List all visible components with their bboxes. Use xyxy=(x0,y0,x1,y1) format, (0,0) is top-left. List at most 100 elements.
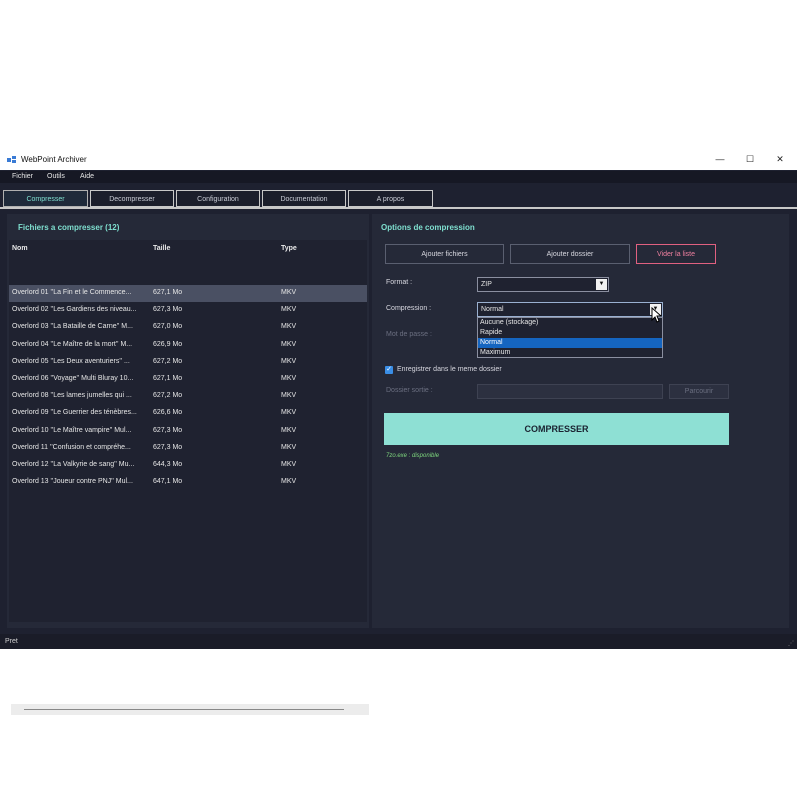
title-bar: WebPoint Archiver — ☐ ✕ xyxy=(0,150,797,170)
status-bar: Pret ⋰ xyxy=(0,634,797,649)
window-title: WebPoint Archiver xyxy=(21,155,87,164)
minimize-button[interactable]: — xyxy=(713,154,727,164)
cell-size: 627,1 Mo xyxy=(153,289,183,296)
cell-size: 627,1 Mo xyxy=(153,375,183,382)
output-folder-label: Dossier sortie : xyxy=(386,387,433,394)
cell-name: Overlord 08 ''Les lames jumelles qui ... xyxy=(12,392,132,400)
table-row[interactable]: Overlord 08 ''Les lames jumelles qui ...… xyxy=(9,388,367,405)
add-folder-button[interactable]: Ajouter dossier xyxy=(510,244,630,264)
browse-button[interactable]: Parcourir xyxy=(669,384,729,399)
tab-configuration[interactable]: Configuration xyxy=(176,190,260,207)
format-label: Format : xyxy=(386,279,413,286)
table-row[interactable]: Overlord 11 ''Confusion et compréhe... 62… xyxy=(9,440,367,457)
cell-size: 627,3 Mo xyxy=(153,426,183,434)
cell-type: MKV xyxy=(281,357,297,365)
horizontal-scrollbar[interactable] xyxy=(11,704,369,715)
app-icon xyxy=(7,156,16,163)
cell-name: Overlord 03 ''La Bataille de Carne'' M..… xyxy=(12,323,133,331)
7z-status-text: 7zo.exe : disponible xyxy=(386,453,440,459)
cell-name: Overlord 13 ''Joueur contre PNJ'' Mul... xyxy=(12,478,133,486)
menu-aide[interactable]: Aide xyxy=(80,173,94,180)
cell-size: 626,9 Mo xyxy=(153,340,183,348)
save-same-folder-checkbox[interactable]: ✓ xyxy=(385,366,393,374)
tab-divider xyxy=(0,207,797,209)
menu-outils[interactable]: Outils xyxy=(47,173,65,180)
add-files-button[interactable]: Ajouter fichiers xyxy=(385,244,504,264)
cell-size: 647,1 Mo xyxy=(153,478,183,486)
cell-type: MKV xyxy=(281,323,297,331)
options-panel-title: Options de compression xyxy=(381,223,475,232)
table-row[interactable]: Overlord 09 ''Le Guerrier des ténèbres..… xyxy=(9,405,367,422)
cell-name: Overlord 10 ''Le Maître vampire'' Mul... xyxy=(12,426,132,434)
table-row[interactable]: Overlord 13 ''Joueur contre PNJ'' Mul...… xyxy=(9,474,367,491)
chevron-down-icon[interactable]: ▼ xyxy=(596,279,607,290)
mouse-cursor-icon xyxy=(651,307,663,323)
status-text: Pret xyxy=(5,638,18,645)
column-header-type[interactable]: Type xyxy=(281,245,297,252)
cell-type: MKV xyxy=(281,443,297,451)
table-row[interactable]: Overlord 12 ''La Valkyrie de sang'' Mu..… xyxy=(9,457,367,474)
table-row[interactable]: Overlord 05 ''Les Deux aventuriers'' ...… xyxy=(9,354,367,371)
column-header-size[interactable]: Taille xyxy=(153,245,170,252)
options-panel: Options de compression Ajouter fichiers … xyxy=(372,214,789,628)
menu-fichier[interactable]: Fichier xyxy=(12,173,33,180)
cell-size: 627,3 Mo xyxy=(153,443,183,451)
column-header-name[interactable]: Nom xyxy=(12,245,28,252)
table-row[interactable]: Overlord 10 ''Le Maître vampire'' Mul...… xyxy=(9,423,367,440)
save-same-folder-label: Enregistrer dans le meme dossier xyxy=(397,366,502,373)
compress-button[interactable]: COMPRESSER xyxy=(384,413,729,445)
compression-option-selected[interactable]: Normal xyxy=(478,338,662,348)
tab-documentation[interactable]: Documentation xyxy=(262,190,346,207)
cell-size: 626,6 Mo xyxy=(153,409,183,417)
app-window: WebPoint Archiver — ☐ ✕ Fichier Outils A… xyxy=(0,150,797,715)
format-select-value: ZIP xyxy=(481,281,492,288)
compression-option[interactable]: Rapide xyxy=(478,328,662,338)
cell-type: MKV xyxy=(281,306,297,314)
cell-size: 644,3 Mo xyxy=(153,461,183,468)
cell-name: Overlord 02 ''Les Gardiens des niveau... xyxy=(12,306,137,314)
table-row[interactable]: Overlord 02 ''Les Gardiens des niveau...… xyxy=(9,302,367,319)
cell-size: 627,0 Mo xyxy=(153,323,183,331)
cell-type: MKV xyxy=(281,478,297,486)
cell-name: Overlord 12 ''La Valkyrie de sang'' Mu..… xyxy=(12,461,135,468)
cell-type: MKV xyxy=(281,375,297,382)
tab-compresser[interactable]: Compresser xyxy=(3,190,88,207)
cell-type: MKV xyxy=(281,426,297,434)
close-button[interactable]: ✕ xyxy=(773,154,787,165)
file-list[interactable]: Nom Taille Type Overlord 01 ''La Fin et … xyxy=(9,240,369,715)
cell-name: Overlord 05 ''Les Deux aventuriers'' ... xyxy=(12,357,130,365)
cell-type: MKV xyxy=(281,392,297,400)
cell-type: MKV xyxy=(281,289,297,296)
resize-grip-icon[interactable]: ⋰ xyxy=(788,640,794,647)
compression-dropdown-list[interactable]: Aucune (stockage) Rapide Normal Maximum xyxy=(477,317,663,358)
menu-bar: Fichier Outils Aide xyxy=(0,171,797,183)
clear-list-button[interactable]: Vider la liste xyxy=(636,244,716,264)
cell-type: MKV xyxy=(281,340,297,348)
cell-type: MKV xyxy=(281,461,297,468)
compression-label: Compression : xyxy=(386,305,432,312)
output-folder-input[interactable] xyxy=(477,384,663,399)
cell-name: Overlord 06 ''Voyage'' Multi Bluray 10..… xyxy=(12,375,134,382)
tab-decompresser[interactable]: Decompresser xyxy=(90,190,174,207)
format-select[interactable]: ZIP ▼ xyxy=(477,277,609,292)
table-row[interactable]: Overlord 04 ''Le Maître de la mort'' M..… xyxy=(9,337,367,354)
compression-select[interactable]: Normal ▼ xyxy=(477,302,663,317)
table-row-selected[interactable]: Overlord 01 ''La Fin et le Commence... 62… xyxy=(9,285,367,302)
files-panel: Fichiers a compresser (12) Nom Taille Ty… xyxy=(7,214,369,715)
compression-option[interactable]: Maximum xyxy=(478,348,662,358)
table-row[interactable]: Overlord 03 ''La Bataille de Carne'' M..… xyxy=(9,319,367,336)
table-row[interactable]: Overlord 06 ''Voyage'' Multi Bluray 10..… xyxy=(9,371,367,388)
cell-name: Overlord 01 ''La Fin et le Commence... xyxy=(12,289,132,296)
cell-name: Overlord 11 ''Confusion et compréhe... xyxy=(12,443,131,451)
files-panel-title: Fichiers a compresser (12) xyxy=(18,223,120,232)
cell-size: 627,3 Mo xyxy=(153,306,183,314)
compression-option[interactable]: Aucune (stockage) xyxy=(478,318,662,328)
scrollbar-thumb[interactable] xyxy=(24,709,344,710)
password-label: Mot de passe : xyxy=(386,331,432,338)
cell-name: Overlord 04 ''Le Maître de la mort'' M..… xyxy=(12,340,133,348)
tab-a-propos[interactable]: A propos xyxy=(348,190,433,207)
cell-type: MKV xyxy=(281,409,297,417)
cell-size: 627,2 Mo xyxy=(153,357,183,365)
compression-select-value: Normal xyxy=(481,306,504,313)
maximize-button[interactable]: ☐ xyxy=(743,154,757,165)
